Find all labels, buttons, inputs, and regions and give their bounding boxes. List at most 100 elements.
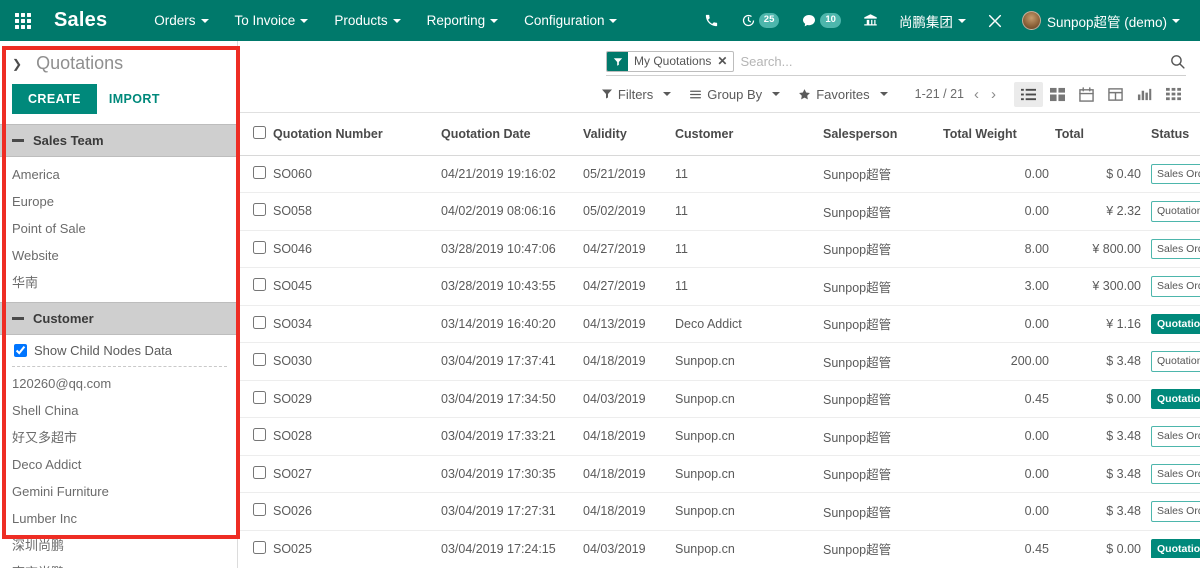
row-select-checkbox[interactable] (253, 466, 266, 479)
column-header-status[interactable]: Status (1151, 113, 1200, 155)
kanban-view-button[interactable] (1043, 82, 1072, 107)
table-row[interactable]: SO04603/28/2019 10:47:0604/27/201911Sunp… (239, 230, 1200, 268)
favorites-dropdown[interactable]: Favorites (789, 84, 896, 105)
sidebar-section-customer[interactable]: Customer (0, 302, 237, 335)
pivot-view-button[interactable] (1101, 82, 1130, 107)
cell-customer: 11 (675, 155, 823, 193)
menu-configuration[interactable]: Configuration (511, 0, 630, 41)
row-select-cell[interactable] (239, 230, 273, 268)
calendar-icon (1079, 87, 1094, 102)
cell-quotation-date: 03/04/2019 17:37:41 (441, 343, 583, 381)
column-header-total[interactable]: Total (1055, 113, 1151, 155)
table-row[interactable]: SO02703/04/2019 17:30:3504/18/2019Sunpop… (239, 455, 1200, 493)
show-child-nodes-checkbox[interactable] (14, 344, 27, 357)
wrench-icon[interactable] (976, 0, 1014, 41)
table-row[interactable]: SO02603/04/2019 17:27:3104/18/2019Sunpop… (239, 493, 1200, 531)
row-select-checkbox[interactable] (253, 428, 266, 441)
row-select-cell[interactable] (239, 380, 273, 418)
sidebar-item-america[interactable]: America (0, 161, 237, 188)
chevron-down-icon[interactable]: ❯ (12, 58, 22, 70)
show-child-nodes-checkbox-row[interactable]: Show Child Nodes Data (0, 335, 237, 366)
row-select-cell[interactable] (239, 343, 273, 381)
row-select-checkbox[interactable] (253, 316, 266, 329)
search-input[interactable] (734, 51, 1163, 72)
row-select-cell[interactable] (239, 155, 273, 193)
row-select-checkbox[interactable] (253, 391, 266, 404)
row-select-cell[interactable] (239, 193, 273, 231)
sidebar-item-gemini-furniture[interactable]: Gemini Furniture (0, 478, 237, 505)
row-select-cell[interactable] (239, 305, 273, 343)
cell-total-weight: 0.00 (943, 455, 1055, 493)
row-select-checkbox[interactable] (253, 503, 266, 516)
activity-timer-icon[interactable]: 25 (730, 0, 791, 41)
view-switcher (1014, 82, 1188, 107)
row-select-checkbox[interactable] (253, 241, 266, 254)
row-select-cell[interactable] (239, 268, 273, 306)
row-select-checkbox[interactable] (253, 166, 266, 179)
graph-view-button[interactable] (1130, 82, 1159, 107)
menu-products[interactable]: Products (321, 0, 413, 41)
import-button[interactable]: IMPORT (97, 84, 172, 114)
menu-orders[interactable]: Orders (141, 0, 221, 41)
table-row[interactable]: SO05804/02/2019 08:06:1605/02/201911Sunp… (239, 193, 1200, 231)
sidebar-item-120260qq[interactable]: 120260@qq.com (0, 370, 237, 397)
table-row[interactable]: SO03003/04/2019 17:37:4104/18/2019Sunpop… (239, 343, 1200, 381)
user-menu[interactable]: Sunpop超管 (demo) (1014, 0, 1190, 41)
bank-icon[interactable] (852, 0, 889, 41)
phone-icon[interactable] (693, 0, 730, 41)
activity-view-button[interactable] (1159, 82, 1188, 107)
column-header-customer[interactable]: Customer (675, 113, 823, 155)
select-all-checkbox[interactable] (253, 126, 266, 139)
cell-quotation-number: SO025 (273, 530, 441, 558)
row-select-cell[interactable] (239, 530, 273, 558)
menu-reporting[interactable]: Reporting (414, 0, 512, 41)
list-view-button[interactable] (1014, 82, 1043, 107)
sidebar-item-shell-china[interactable]: Shell China (0, 397, 237, 424)
pager-next-button[interactable]: › (985, 87, 1002, 102)
search-icon[interactable] (1163, 53, 1186, 70)
row-select-cell[interactable] (239, 455, 273, 493)
sidebar-item-point-of-sale[interactable]: Point of Sale (0, 215, 237, 242)
sidebar-item-deco-addict[interactable]: Deco Addict (0, 451, 237, 478)
groupby-dropdown[interactable]: Group By (680, 84, 789, 105)
row-select-checkbox[interactable] (253, 203, 266, 216)
column-header-quotation-number[interactable]: Quotation Number (273, 113, 441, 155)
calendar-view-button[interactable] (1072, 82, 1101, 107)
menu-to-invoice[interactable]: To Invoice (222, 0, 322, 41)
row-select-cell[interactable] (239, 418, 273, 456)
table-row[interactable]: SO02503/04/2019 17:24:1504/03/2019Sunpop… (239, 530, 1200, 558)
table-row[interactable]: SO02803/04/2019 17:33:2104/18/2019Sunpop… (239, 418, 1200, 456)
column-header-quotation-date[interactable]: Quotation Date (441, 113, 583, 155)
sidebar-item-huanan[interactable]: 华南 (0, 269, 237, 296)
pager-previous-button[interactable]: ‹ (968, 87, 985, 102)
sidebar-item-haoyouduo[interactable]: 好又多超市 (0, 424, 237, 451)
company-switcher[interactable]: 尚鹏集团 (889, 0, 976, 41)
column-header-total-weight[interactable]: Total Weight (943, 113, 1055, 155)
sidebar-item-nanjing[interactable]: 南京尚鹏 (0, 559, 237, 568)
chat-bubble-icon[interactable]: 10 (790, 0, 852, 41)
column-header-salesperson[interactable]: Salesperson (823, 113, 943, 155)
create-button[interactable]: CREATE (12, 84, 97, 114)
close-x-icon[interactable]: ✕ (715, 51, 733, 72)
table-row[interactable]: SO02903/04/2019 17:34:5004/03/2019Sunpop… (239, 380, 1200, 418)
row-select-checkbox[interactable] (253, 353, 266, 366)
sidebar-item-europe[interactable]: Europe (0, 188, 237, 215)
column-header-validity[interactable]: Validity (583, 113, 675, 155)
sidebar-item-lumber-inc[interactable]: Lumber Inc (0, 505, 237, 532)
search-facet-my-quotations[interactable]: My Quotations ✕ (606, 51, 734, 72)
table-row[interactable]: SO06004/21/2019 19:16:0205/21/201911Sunp… (239, 155, 1200, 193)
row-select-checkbox[interactable] (253, 278, 266, 291)
filters-dropdown[interactable]: Filters (592, 84, 680, 105)
cell-validity: 04/27/2019 (583, 230, 675, 268)
favorites-label: Favorites (816, 87, 869, 102)
sidebar-item-website[interactable]: Website (0, 242, 237, 269)
sidebar-section-sales-team[interactable]: Sales Team (0, 124, 237, 157)
table-row[interactable]: SO03403/14/2019 16:40:2004/13/2019Deco A… (239, 305, 1200, 343)
apps-grid-icon[interactable] (0, 0, 46, 41)
row-select-checkbox[interactable] (253, 541, 266, 554)
cell-quotation-date: 03/04/2019 17:24:15 (441, 530, 583, 558)
app-brand-sales[interactable]: Sales (46, 9, 117, 32)
sidebar-item-shenzhen[interactable]: 深圳尚鹏 (0, 532, 237, 559)
table-row[interactable]: SO04503/28/2019 10:43:5504/27/201911Sunp… (239, 268, 1200, 306)
row-select-cell[interactable] (239, 493, 273, 531)
